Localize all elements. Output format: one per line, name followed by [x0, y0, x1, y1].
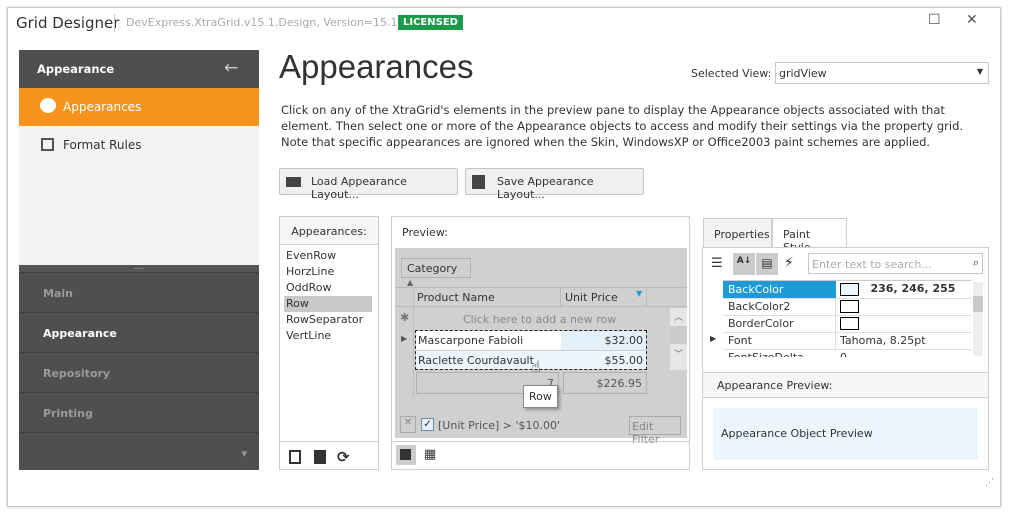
edit-filter-button[interactable]: Edit Filter — [629, 416, 681, 446]
tab-properties[interactable]: Properties — [703, 218, 772, 247]
property-grid: BackColor 236, 246, 255 BackColor2 Borde… — [723, 280, 971, 357]
divider — [646, 287, 647, 307]
color-swatch[interactable] — [840, 300, 859, 313]
row-indicator-icon: ▶ — [401, 334, 408, 343]
search-input[interactable]: Enter text to search... ⌕ — [808, 253, 983, 274]
divider — [413, 287, 414, 397]
appearance-preview-box: Appearance Object Preview — [713, 408, 978, 460]
selected-view-value: gridView — [779, 67, 827, 80]
column-header-unit-price[interactable]: Unit Price — [565, 291, 618, 304]
column-header-product-name[interactable]: Product Name — [417, 291, 495, 304]
grid-view-icon[interactable]: ▦ — [424, 447, 436, 462]
footer-sum: $226.95 — [563, 372, 647, 394]
save-icon — [472, 175, 485, 189]
window-title: Grid Designer — [16, 14, 120, 32]
list-filled-icon[interactable] — [314, 450, 326, 464]
preview-header: Preview: — [402, 226, 448, 239]
events-icon[interactable]: ⚡ — [784, 255, 794, 271]
filter-text[interactable]: [Unit Price] > '$10.00' — [438, 419, 560, 432]
sidebar-item-format-rules[interactable]: Format Rules — [19, 126, 259, 164]
expand-icon[interactable]: ▶ — [710, 334, 716, 343]
sidebar-item-label: Format Rules — [63, 138, 142, 152]
categorized-icon[interactable]: ☰ — [711, 256, 723, 271]
property-name[interactable]: Font — [723, 332, 836, 349]
group-repository[interactable]: Repository — [19, 352, 259, 392]
search-placeholder: Enter text to search... — [812, 258, 932, 271]
splitter-grip[interactable]: .... — [19, 263, 259, 272]
folder-icon — [286, 177, 301, 187]
property-pages-icon[interactable]: ▤ — [756, 253, 778, 275]
divider — [114, 14, 115, 32]
cell-price[interactable]: $55.00 — [562, 354, 644, 367]
property-value[interactable]: Tahoma, 8.25pt — [840, 334, 926, 347]
color-swatch — [840, 282, 859, 296]
search-icon: ⌕ — [972, 256, 979, 269]
list-item[interactable]: RowSeparator — [286, 312, 374, 328]
new-row-icon: ✱ — [400, 311, 410, 324]
property-value[interactable]: 236, 246, 255 — [837, 281, 971, 298]
vertical-scrollbar[interactable]: ︿ ﹀ — [670, 308, 687, 370]
list-item[interactable]: EvenRow — [286, 248, 374, 264]
back-arrow-icon[interactable]: ← — [224, 58, 238, 78]
cell-product[interactable]: Mascarpone Fabioli — [418, 334, 523, 347]
property-name[interactable]: FontSizeDelta — [723, 349, 836, 357]
list-item[interactable]: VertLine — [286, 328, 374, 344]
new-row-prompt[interactable]: Click here to add a new row — [463, 313, 616, 326]
resize-grip-icon[interactable]: ⋰ — [985, 478, 994, 488]
list-item[interactable]: OddRow — [286, 280, 374, 296]
sidebar-header-label: Appearance — [37, 62, 115, 76]
clear-filter-icon[interactable]: ✕ — [400, 416, 416, 433]
tab-paint-style[interactable]: Paint Style — [772, 218, 847, 254]
property-value-text: 236, 246, 255 — [870, 282, 956, 295]
group-appearance[interactable]: Appearance — [19, 312, 259, 352]
sidebar-item-label: Appearances — [63, 100, 142, 114]
property-name[interactable]: BorderColor — [723, 315, 836, 332]
tooltip: Row — [523, 385, 558, 408]
filter-icon[interactable]: ▼ — [636, 289, 642, 298]
sidebar-header: Appearance — [19, 50, 259, 88]
sort-alphabetical-icon[interactable]: A↓ — [733, 253, 755, 275]
cell-product[interactable]: Raclette Courdavault — [418, 354, 534, 367]
licensed-badge: LICENSED — [398, 15, 463, 30]
appearances-header: Appearances: — [280, 217, 378, 245]
list-item-selected[interactable]: Row — [284, 296, 372, 312]
group-expand-button[interactable]: ▾ — [19, 432, 259, 470]
close-button[interactable]: ✕ — [966, 12, 978, 28]
group-label: Category — [407, 262, 458, 275]
list-item[interactable]: HorzLine — [286, 264, 374, 280]
property-value[interactable]: 0 — [840, 351, 847, 357]
dropdown-arrow-icon: ▼ — [976, 67, 983, 76]
color-swatch[interactable] — [840, 317, 859, 330]
cell-price[interactable]: $32.00 — [562, 334, 644, 347]
group-by-category[interactable]: Category ▲ — [401, 258, 471, 287]
divider — [392, 441, 689, 442]
version-text: DevExpress.XtraGrid.v15.1.Design, Versio… — [126, 16, 419, 29]
edit-icon — [41, 138, 54, 151]
selected-view-combobox[interactable]: gridView ▼ — [775, 62, 989, 84]
appearance-preview-header: Appearance Preview: — [703, 372, 988, 398]
property-name[interactable]: BackColor2 — [723, 298, 836, 315]
sidebar-item-appearances[interactable]: Appearances — [19, 88, 259, 126]
palette-icon — [40, 98, 56, 113]
description: Click on any of the XtraGrid's elements … — [281, 103, 964, 149]
selected-view-label: Selected View: — [691, 67, 772, 80]
maximize-button[interactable]: ☐ — [928, 12, 941, 28]
load-layout-button[interactable]: Load Appearance Layout... — [279, 168, 458, 201]
refresh-icon[interactable]: ⟳ — [337, 448, 350, 466]
property-scrollbar[interactable] — [973, 282, 983, 356]
hand-cursor-icon: ☝ — [531, 357, 541, 376]
sort-asc-icon: ▲ — [407, 278, 414, 287]
list-icon[interactable] — [289, 450, 301, 464]
group-main[interactable]: Main — [19, 272, 259, 312]
divider — [280, 441, 378, 442]
page-title: Appearances — [279, 48, 474, 85]
group-printing[interactable]: Printing — [19, 392, 259, 432]
save-layout-button[interactable]: Save Appearance Layout... — [465, 168, 644, 201]
divider — [560, 287, 561, 307]
preview-mode-icon[interactable] — [396, 445, 416, 465]
filter-checkbox[interactable]: ✓ — [421, 418, 434, 431]
property-name[interactable]: BackColor — [723, 281, 836, 298]
